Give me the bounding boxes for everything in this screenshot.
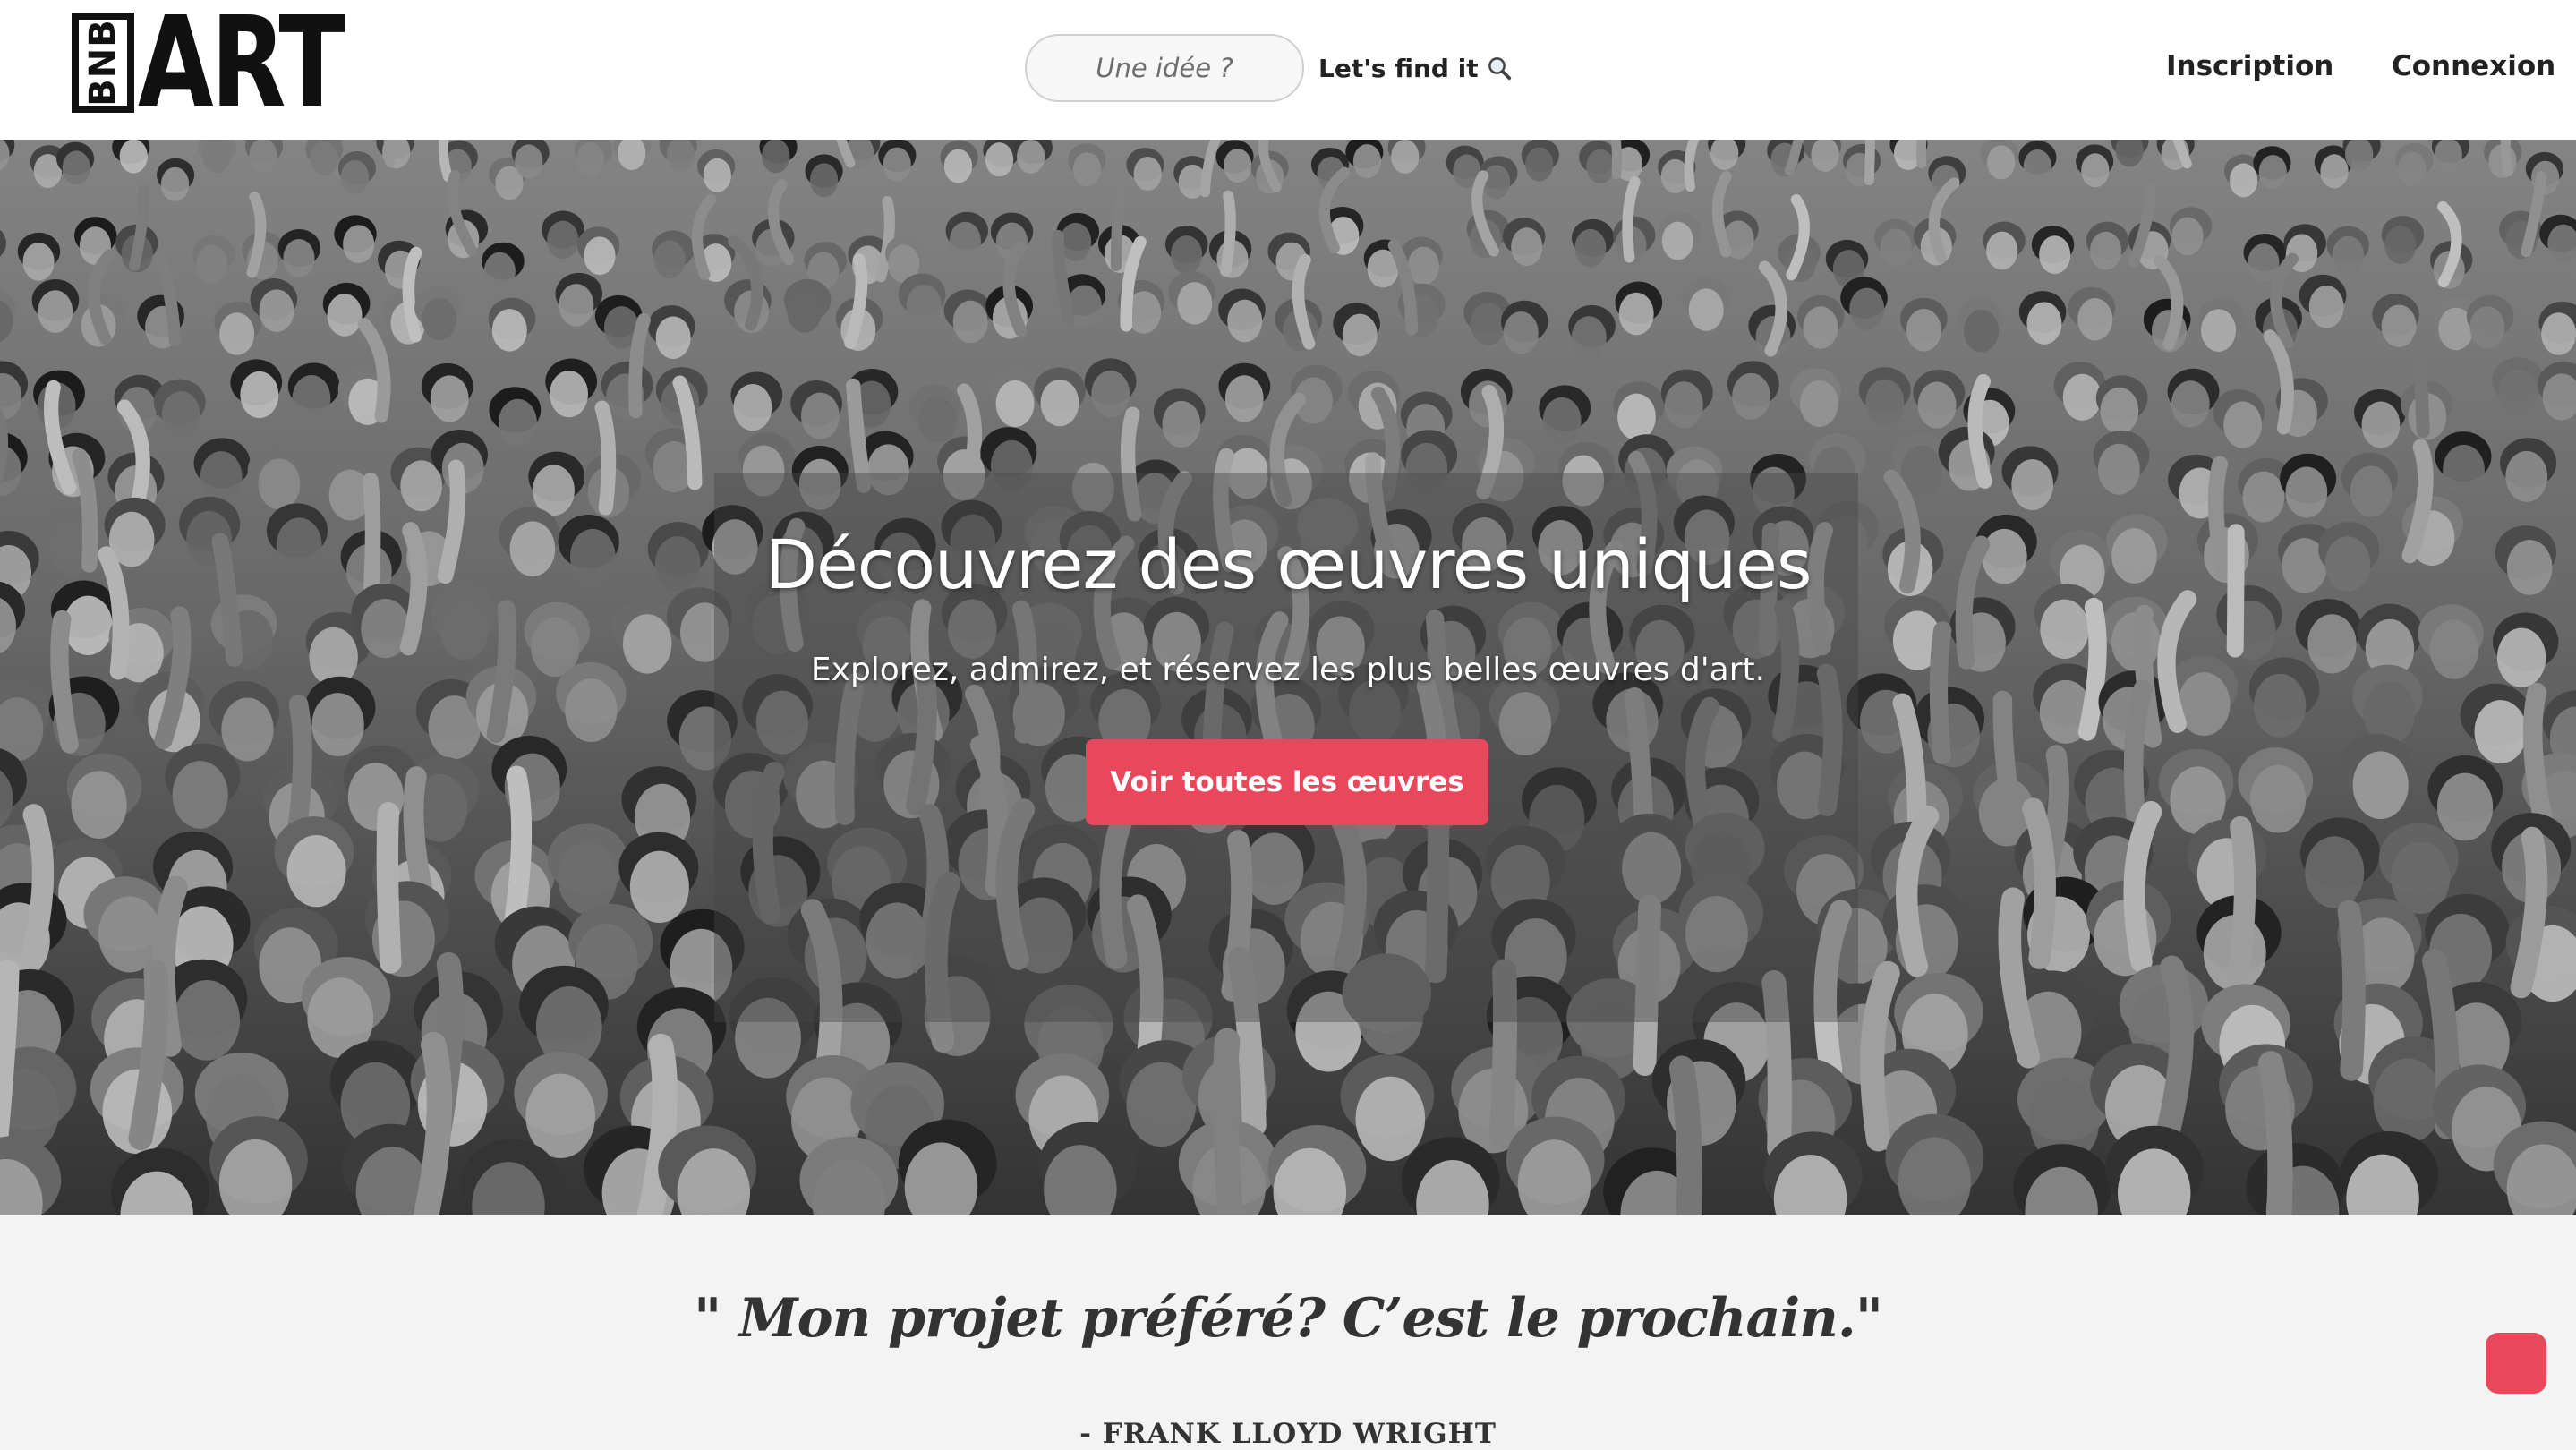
search-button-label: Let's find it [1318, 53, 1479, 83]
search-input[interactable] [1025, 34, 1304, 102]
navbar: BNB ART Let's find it Inscription Connex… [0, 0, 2576, 140]
magnifier-icon [1488, 57, 1511, 81]
logo-small-text: BNB [82, 19, 124, 107]
nav-signup-link[interactable]: Inscription [2166, 50, 2333, 82]
quote-author: - FRANK LLOYD WRIGHT [1079, 1418, 1497, 1450]
logo-big-text: ART [138, 0, 345, 136]
view-all-artworks-button[interactable]: Voir toutes les œuvres [1086, 739, 1488, 825]
nav-login-link[interactable]: Connexion [2392, 50, 2555, 82]
hero-section: Découvrez des œuvres uniques Explorez, a… [0, 140, 2576, 1215]
hero-subtitle: Explorez, admirez, et réservez les plus … [810, 652, 1766, 688]
quote-section: " Mon projet préféré? C’est le prochain.… [0, 1215, 2576, 1450]
hero-title: Découvrez des œuvres uniques [764, 525, 1812, 604]
site-logo[interactable]: BNB ART [72, 0, 400, 136]
chat-icon[interactable] [2486, 1333, 2546, 1394]
search-bar: Let's find it [1025, 34, 1513, 102]
logo-mark: BNB [72, 13, 134, 113]
search-button[interactable]: Let's find it [1318, 54, 1513, 83]
quote-text: " Mon projet préféré? C’est le prochain.… [694, 1287, 1883, 1350]
